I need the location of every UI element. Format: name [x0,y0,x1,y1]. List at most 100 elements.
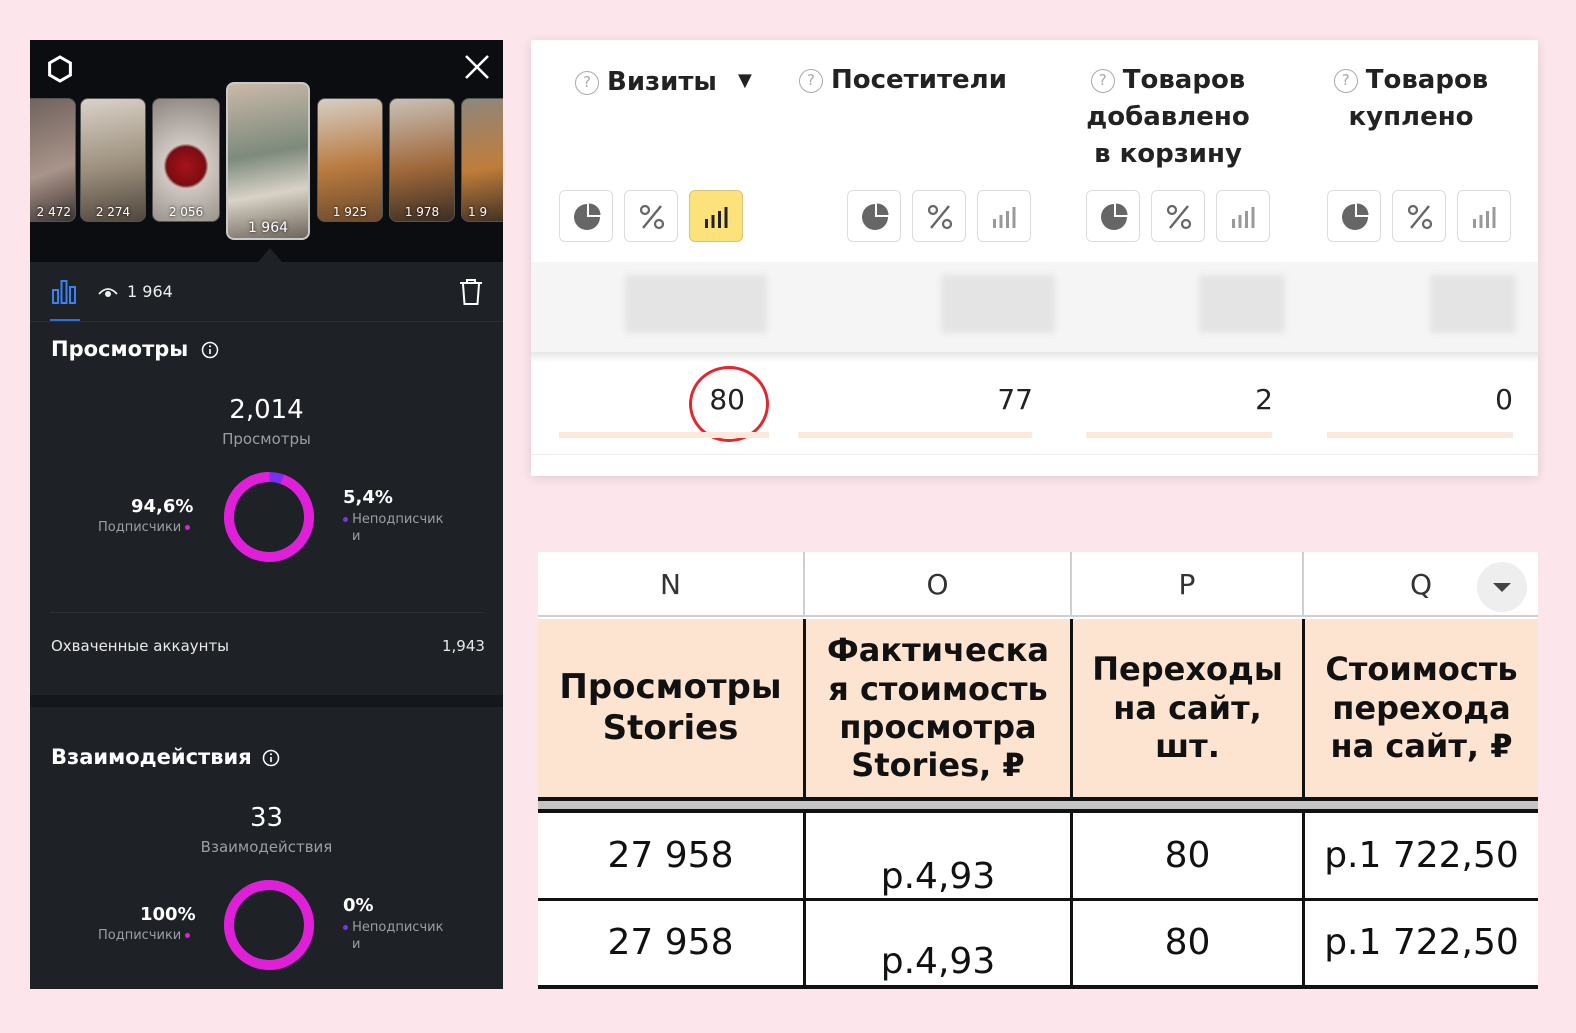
story-thumbnail-strip[interactable]: 2 472 2 274 2 056 1 964 1 925 1 978 1 9 [30,40,503,262]
percent-view-button[interactable] [912,190,966,242]
pie-view-button[interactable] [1327,190,1381,242]
interactions-total-label: Взаимодействия [200,838,333,856]
views-non-subscribers-label: Неподписчик и [343,511,443,545]
value-bar [1086,432,1272,438]
story-thumbnail[interactable]: 2 056 [152,98,220,222]
interactions-non-subscribers-label: Неподписчик и [343,919,443,953]
thumbnail-view-count: 1 978 [404,205,440,219]
pie-chart-icon [574,203,601,230]
header-cell-views[interactable]: Просмотры Stories [538,619,806,797]
help-icon[interactable]: ? [575,71,599,95]
close-icon[interactable] [462,52,492,82]
insights-bar-chart-icon[interactable] [50,278,78,306]
thumbnail-view-count: 1 925 [332,205,368,219]
non-subscribers-dot [343,925,348,930]
interactions-subscribers-pct: 100% [140,904,196,925]
cell-views[interactable]: 27 958 [538,813,806,899]
story-thumbnail[interactable]: 2 472 [30,98,76,222]
thumbnail-view-count: 1 9 [468,205,488,219]
pie-view-button[interactable] [1086,190,1140,242]
spreadsheet-fragment: N O P Q Просмотры Stories Фактическа я сто… [538,552,1538,989]
help-icon[interactable]: ? [1090,69,1115,93]
header-cell-click-cost[interactable]: Стоимость перехода на сайт, ₽ [1305,619,1538,797]
views-donut-chart [224,472,314,562]
bar-chart-icon [1473,207,1496,228]
bars-view-button[interactable] [977,190,1031,242]
blurred-value [1199,275,1285,333]
story-thumbnail[interactable]: 2 274 [80,98,146,222]
bar-chart-icon [993,207,1016,228]
eye-icon [98,288,118,297]
section-divider [50,612,483,613]
blurred-value [941,275,1055,333]
trash-icon[interactable] [458,278,484,306]
cell-view-cost[interactable]: р.4,93 [806,813,1073,899]
reached-accounts-label: Охваченные аккаунты [51,637,230,655]
cell-clicks[interactable]: 80 [1073,813,1305,899]
highlight-circle [689,366,769,442]
column-letter-p[interactable]: P [1072,552,1304,617]
cell-view-cost[interactable]: р.4,93 [806,901,1073,985]
pie-chart-icon [1101,203,1128,230]
story-thumbnail[interactable]: 1 925 [317,98,383,222]
filter-dropdown-icon[interactable] [1477,562,1527,612]
cell-views[interactable]: 27 958 [538,901,806,985]
sort-desc-icon[interactable]: ▼ [738,70,752,91]
column-header-visitors[interactable]: ? Посетители [799,62,1007,99]
section-band [30,695,503,707]
percent-view-button[interactable] [624,190,678,242]
pie-view-button[interactable] [559,190,613,242]
percent-icon [927,204,953,230]
non-subscribers-dot [343,517,348,522]
purchased-value: 0 [1495,383,1513,416]
header-cell-clicks[interactable]: Переходы на сайт, шт. [1073,619,1305,797]
column-header-added-to-cart[interactable]: ? Товаров добавлено в корзину [1075,62,1261,173]
help-icon[interactable]: ? [799,69,823,93]
bars-view-button[interactable] [1457,190,1511,242]
views-subscribers-pct: 94,6% [131,496,194,517]
story-thumbnail[interactable]: 1 978 [389,98,455,222]
pie-chart-icon [1342,203,1369,230]
bar-chart-icon [1232,207,1255,228]
views-subscribers-label: Подписчики [98,519,191,536]
reached-accounts-value: 1,943 [442,637,485,655]
bars-view-button-active[interactable] [689,190,743,242]
column-letter-o[interactable]: O [805,552,1072,617]
views-section-title: Просмотры [51,337,189,361]
added-to-cart-value: 2 [1255,383,1273,416]
pie-chart-icon [862,203,889,230]
cell-click-cost[interactable]: р.1 722,50 [1305,813,1538,899]
thumbnail-view-count: 2 056 [168,205,204,219]
column-header-purchased[interactable]: ? Товаров куплено [1326,62,1496,136]
help-icon[interactable]: ? [1333,69,1358,93]
cell-click-cost[interactable]: р.1 722,50 [1305,901,1538,985]
info-icon[interactable] [201,341,219,359]
story-thumbnail-selected[interactable]: 1 964 [226,82,310,240]
column-header-visits[interactable]: ? Визиты ▼ [575,62,752,101]
settings-ring-icon[interactable] [45,54,75,84]
bars-view-button[interactable] [1216,190,1270,242]
header-cell-view-cost[interactable]: Фактическа я стоимость просмотра Stories, ₽ [806,619,1073,797]
interactions-non-subscribers-pct: 0% [343,895,374,916]
thumbnail-view-count: 2 274 [95,205,131,219]
info-icon[interactable] [262,749,280,767]
views-non-subscribers-pct: 5,4% [343,487,393,508]
insights-tab-underline [50,319,80,321]
subscribers-dot [185,933,191,938]
visitors-value: 77 [997,383,1033,416]
interactions-donut-chart [224,880,314,970]
interactions-total: 33 [249,803,284,833]
donut-subscribers-segment [224,880,314,970]
cell-clicks[interactable]: 80 [1073,901,1305,985]
row-rule [538,985,1538,989]
pie-view-button[interactable] [847,190,901,242]
thumbnail-view-count: 1 964 [247,220,289,236]
metrics-report-table: ? Визиты ▼ ? Посетители ? Товаров добавлено… [531,40,1538,476]
table-bottom-border [531,454,1538,455]
thumbnail-view-count: 2 472 [36,205,71,219]
subscribers-dot [185,525,191,530]
percent-view-button[interactable] [1392,190,1446,242]
percent-view-button[interactable] [1151,190,1205,242]
story-thumbnail[interactable]: 1 9 [461,98,503,222]
column-letter-n[interactable]: N [538,552,805,617]
